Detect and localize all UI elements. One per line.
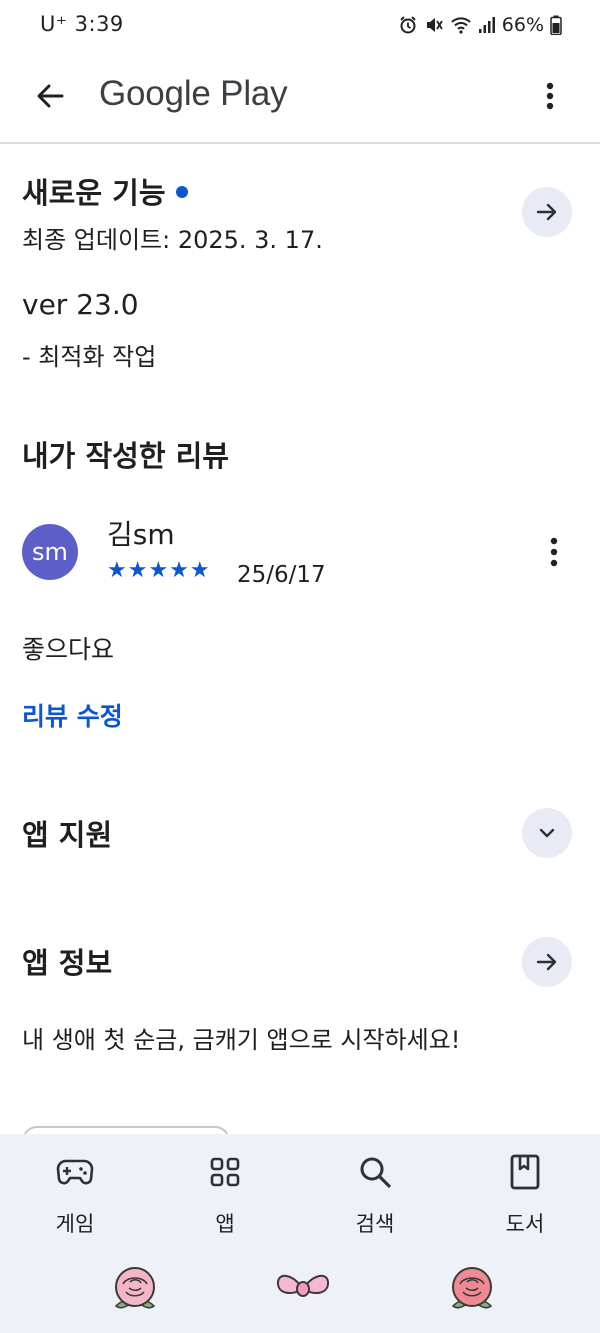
avatar: sm bbox=[22, 524, 78, 580]
search-icon bbox=[355, 1152, 395, 1192]
whats-new-title: 새로운 기능 bbox=[22, 176, 166, 210]
my-review-title: 내가 작성한 리뷰 bbox=[22, 439, 229, 473]
nav-label-apps: 앱 bbox=[215, 1212, 235, 1236]
review-more-button[interactable] bbox=[534, 530, 574, 574]
pink-rose-icon bbox=[108, 1262, 162, 1320]
app-support-title: 앱 지원 bbox=[22, 818, 113, 852]
nav-item-books[interactable]: 도서 bbox=[465, 1152, 585, 1238]
nav-label-games: 게임 bbox=[55, 1212, 95, 1236]
new-indicator-dot bbox=[175, 186, 188, 198]
whats-new-arrow-button[interactable] bbox=[522, 187, 572, 237]
app-support-expand-button[interactable] bbox=[522, 808, 572, 858]
arrow-forward-icon bbox=[536, 203, 557, 221]
gamepad-icon bbox=[55, 1152, 95, 1192]
pink-bow-icon bbox=[275, 1268, 331, 1314]
review-date: 25/6/17 bbox=[237, 562, 326, 588]
status-bar: U⁺ 3:39 66% bbox=[0, 0, 600, 52]
app-description: 내 생애 첫 순금, 금캐기 앱으로 시작하세요! bbox=[22, 1026, 461, 1054]
back-button[interactable] bbox=[26, 72, 74, 120]
last-updated-text: 최종 업데이트: 2025. 3. 17. bbox=[22, 226, 323, 254]
chevron-down-icon bbox=[539, 828, 555, 838]
book-icon bbox=[505, 1152, 545, 1192]
avatar-initials: sm bbox=[32, 538, 68, 566]
red-rose-icon bbox=[445, 1262, 499, 1320]
edit-review-link[interactable]: 리뷰 수정 bbox=[22, 697, 123, 733]
header-divider bbox=[0, 142, 600, 144]
apps-grid-icon bbox=[205, 1152, 245, 1192]
nav-item-games[interactable]: 게임 bbox=[15, 1152, 135, 1238]
more-vert-icon bbox=[550, 537, 558, 567]
battery-icon bbox=[550, 15, 562, 35]
reviewer-name: 김sm bbox=[107, 518, 175, 551]
app-bar: Google Play bbox=[0, 52, 600, 142]
app-info-title: 앱 정보 bbox=[22, 946, 113, 980]
mute-icon bbox=[424, 15, 444, 35]
star-rating: ★★★★★ bbox=[107, 558, 211, 583]
whats-new-heading: 새로운 기능 bbox=[22, 170, 188, 212]
nav-label-search: 검색 bbox=[355, 1212, 395, 1236]
more-options-button[interactable] bbox=[526, 72, 574, 120]
arrow-back-icon bbox=[37, 84, 64, 108]
nav-item-search[interactable]: 검색 bbox=[315, 1152, 435, 1238]
signal-icon bbox=[478, 16, 496, 34]
arrow-forward-icon bbox=[536, 953, 557, 971]
review-text: 좋으다요 bbox=[22, 635, 115, 664]
status-icons: 66% bbox=[398, 14, 562, 36]
more-vert-icon bbox=[546, 82, 554, 110]
alarm-icon bbox=[398, 15, 418, 35]
app-info-arrow-button[interactable] bbox=[522, 937, 572, 987]
nav-item-apps[interactable]: 앱 bbox=[165, 1152, 285, 1238]
nav-label-books: 도서 bbox=[505, 1212, 545, 1236]
page-title: Google Play bbox=[99, 74, 288, 113]
version-text: ver 23.0 bbox=[22, 288, 139, 321]
status-carrier-time: U⁺ 3:39 bbox=[40, 12, 124, 36]
wifi-icon bbox=[450, 15, 472, 35]
battery-percent: 66% bbox=[501, 14, 544, 36]
version-note: - 최적화 작업 bbox=[22, 343, 157, 371]
